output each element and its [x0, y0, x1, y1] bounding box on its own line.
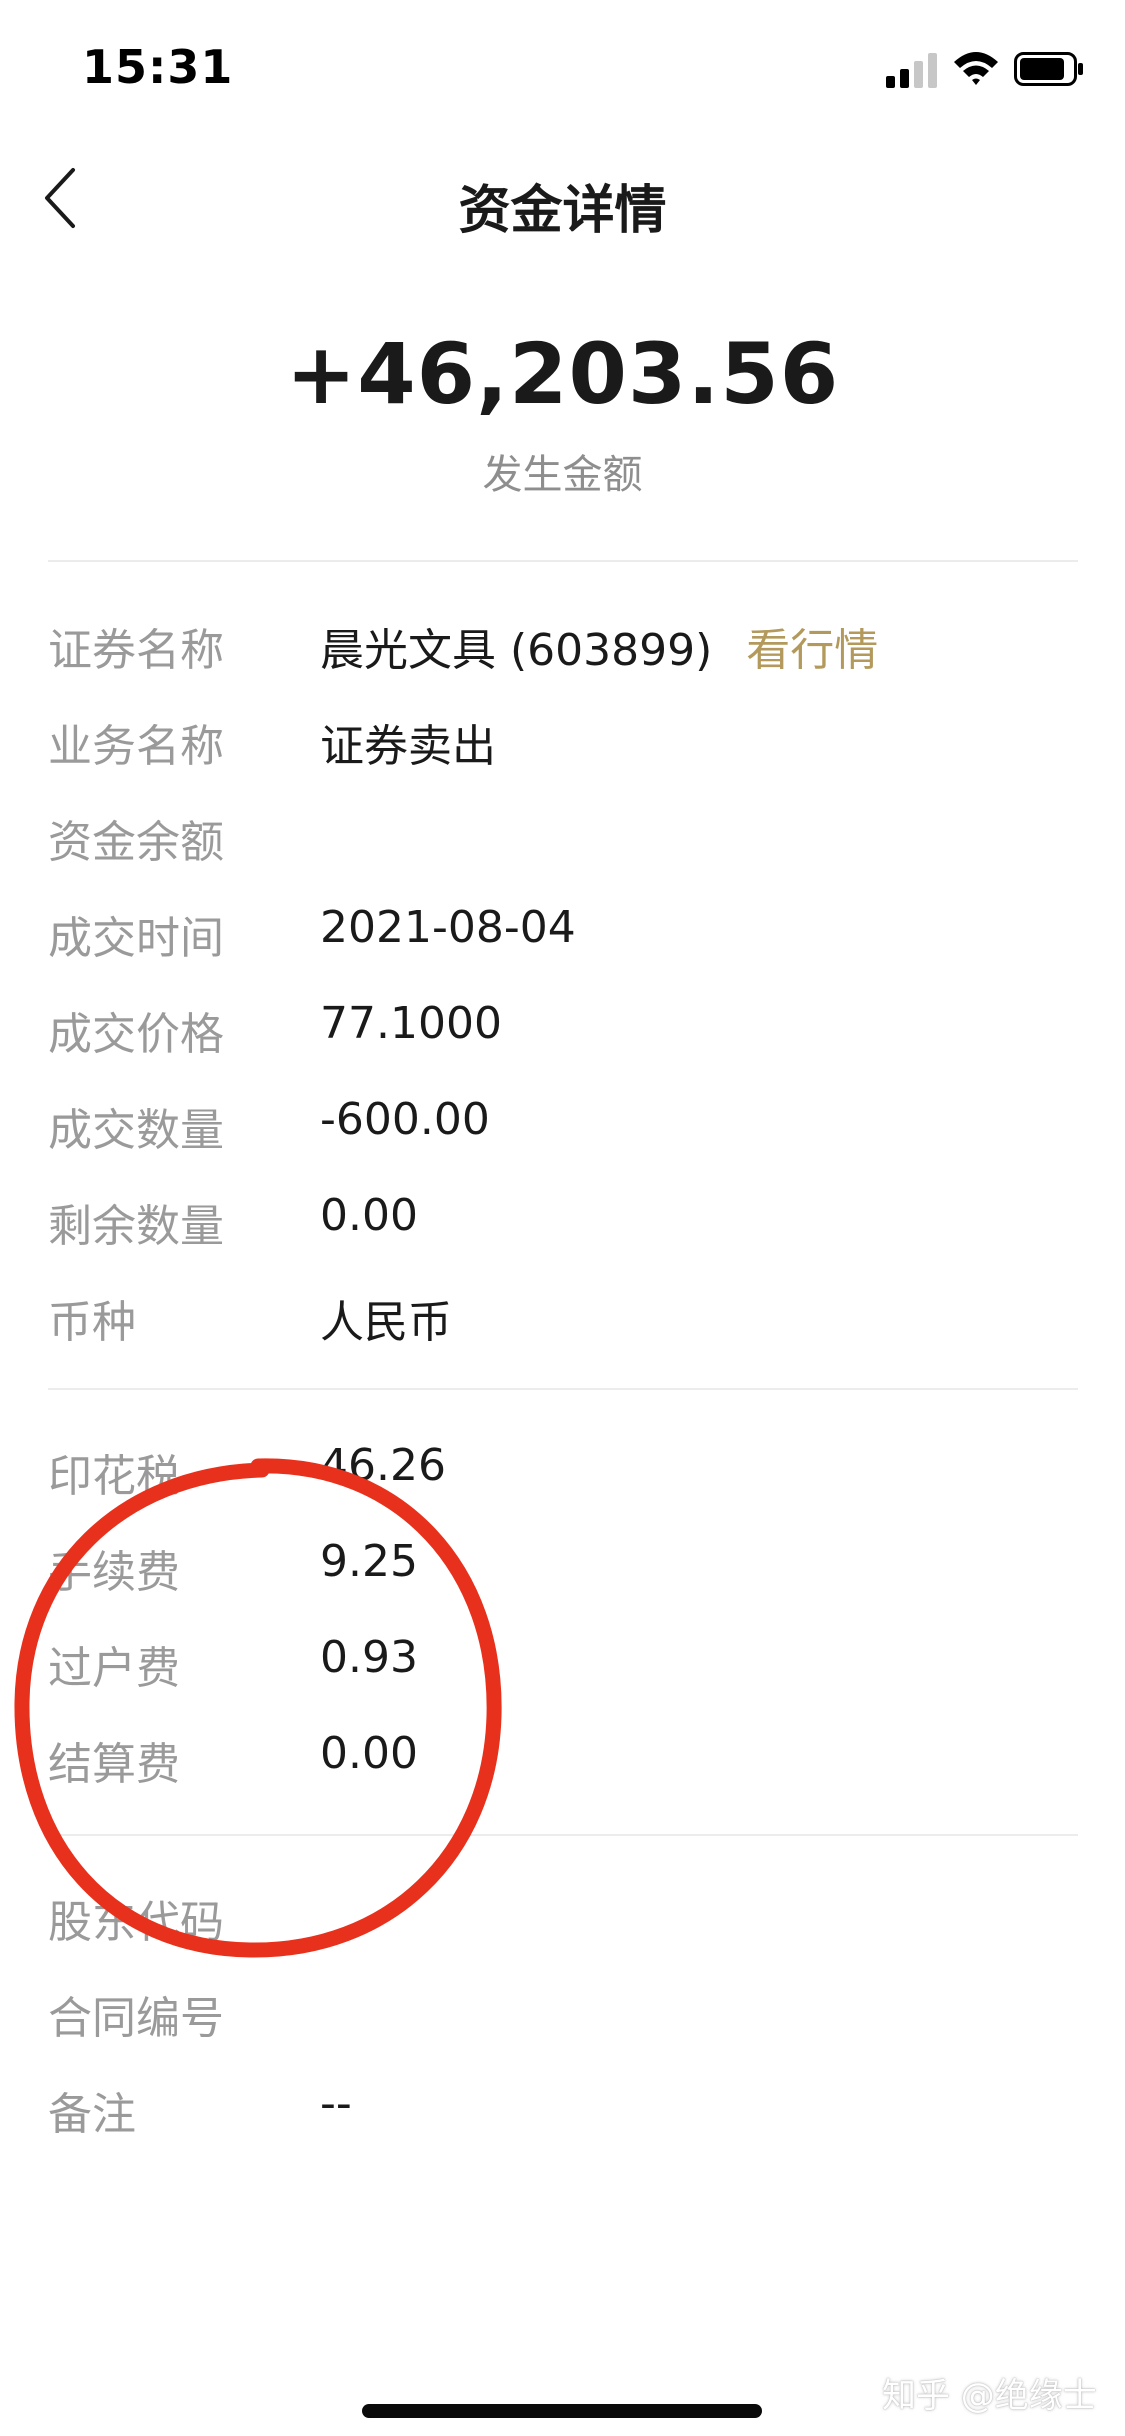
divider	[48, 560, 1078, 562]
detail-row-contract-number: 合同编号	[48, 1970, 1078, 2050]
row-label: 手续费	[48, 1547, 180, 1598]
row-value: 0.00	[320, 1728, 418, 1779]
view-quote-link[interactable]: 看行情	[746, 625, 878, 676]
row-value: --	[320, 2078, 352, 2129]
battery-icon	[1014, 52, 1083, 86]
row-label: 币种	[48, 1297, 136, 1348]
row-label: 剩余数量	[48, 1201, 224, 1252]
row-label: 证券名称	[48, 625, 224, 676]
row-value: 人民币	[320, 1297, 452, 1348]
wifi-icon	[954, 52, 998, 85]
row-label: 成交价格	[48, 1009, 224, 1060]
detail-row-remark: 备注 --	[48, 2066, 1078, 2146]
row-label: 合同编号	[48, 1993, 224, 2044]
detail-row-fund-balance: 资金余额	[48, 794, 1078, 874]
cellular-signal-icon	[886, 53, 937, 88]
divider	[48, 1388, 1078, 1390]
row-value: -600.00	[320, 1094, 490, 1145]
row-label: 结算费	[48, 1739, 180, 1790]
row-value: 46.26	[320, 1440, 446, 1491]
row-label: 过户费	[48, 1643, 180, 1694]
nav-bar: 资金详情	[0, 140, 1125, 260]
detail-row-shareholder-code: 股东代码	[48, 1874, 1078, 1954]
detail-row-business-name: 业务名称 证券卖出	[48, 698, 1078, 778]
detail-row-currency: 币种 人民币	[48, 1274, 1078, 1354]
page-title: 资金详情	[458, 181, 667, 241]
row-label: 股东代码	[48, 1897, 224, 1948]
fee-row-stamp-tax: 印花税 46.26	[48, 1428, 1078, 1508]
fee-row-commission: 手续费 9.25	[48, 1524, 1078, 1604]
transaction-amount: +46,203.56	[285, 325, 840, 423]
row-label: 备注	[48, 2089, 136, 2140]
status-bar: 15:31	[0, 0, 1125, 140]
detail-row-security-name: 证券名称 晨光文具 (603899) 看行情	[48, 602, 1078, 682]
divider	[48, 1834, 1078, 1836]
detail-row-trade-time: 成交时间 2021-08-04	[48, 890, 1078, 970]
row-label: 成交时间	[48, 913, 224, 964]
row-value: 证券卖出	[320, 721, 496, 772]
fee-row-settlement-fee: 结算费 0.00	[48, 1716, 1078, 1796]
home-indicator[interactable]	[362, 2404, 762, 2418]
row-label: 印花税	[48, 1451, 180, 1502]
row-label: 成交数量	[48, 1105, 224, 1156]
status-time: 15:31	[82, 40, 234, 94]
row-value: 2021-08-04	[320, 902, 576, 953]
security-name-value: 晨光文具 (603899)	[320, 625, 713, 676]
fee-row-transfer-fee: 过户费 0.93	[48, 1620, 1078, 1700]
row-value: 晨光文具 (603899) 看行情	[320, 614, 878, 678]
row-label: 资金余额	[48, 817, 224, 868]
row-label: 业务名称	[48, 721, 224, 772]
row-value: 0.93	[320, 1632, 418, 1683]
row-value: 9.25	[320, 1536, 418, 1587]
detail-row-remaining-quantity: 剩余数量 0.00	[48, 1178, 1078, 1258]
detail-row-trade-price: 成交价格 77.1000	[48, 986, 1078, 1066]
row-value: 0.00	[320, 1190, 418, 1241]
transaction-amount-label: 发生金额	[482, 452, 643, 498]
detail-row-trade-quantity: 成交数量 -600.00	[48, 1082, 1078, 1162]
row-value: 77.1000	[320, 998, 502, 1049]
watermark-text: 知乎 @绝缘士	[882, 2376, 1097, 2416]
